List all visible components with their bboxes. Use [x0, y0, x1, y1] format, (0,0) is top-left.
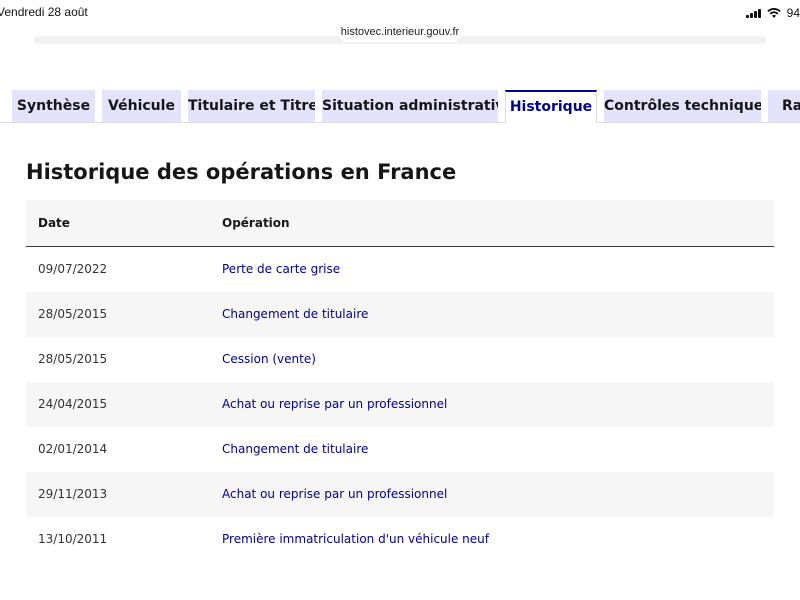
tab-bar: Synthèse Véhicule Titulaire et Titre Sit…: [0, 90, 800, 124]
row-operation: Achat ou reprise par un professionnel: [222, 487, 448, 501]
status-indicators: 94: [745, 6, 800, 20]
battery-level: 94: [786, 6, 800, 20]
cellular-signal-icon: [745, 8, 761, 18]
table-row: 29/11/2013 Achat ou reprise par un profe…: [26, 472, 774, 517]
row-date: 28/05/2015: [38, 307, 108, 321]
tab-vehicule[interactable]: Véhicule: [102, 90, 181, 122]
column-header-operation: Opération: [222, 216, 290, 230]
table-row: 28/05/2015 Cession (vente): [26, 337, 774, 382]
tab-rapport[interactable]: Rap: [768, 90, 800, 122]
column-header-date: Date: [38, 216, 70, 230]
table-header: Date Opération: [26, 200, 774, 247]
table-row: 13/10/2011 Première immatriculation d'un…: [26, 517, 774, 562]
tab-controles-techniques[interactable]: Contrôles techniques: [604, 90, 761, 122]
row-date: 28/05/2015: [38, 352, 108, 366]
row-date: 02/01/2014: [38, 442, 108, 456]
row-date: 24/04/2015: [38, 397, 108, 411]
row-date: 09/07/2022: [38, 262, 108, 276]
tab-synthese[interactable]: Synthèse: [12, 90, 95, 122]
row-operation: Première immatriculation d'un véhicule n…: [222, 532, 489, 546]
tab-situation-administrative[interactable]: Situation administrative: [322, 90, 498, 122]
address-bar[interactable]: histovec.interieur.gouv.fr: [338, 22, 462, 42]
row-date: 29/11/2013: [38, 487, 108, 501]
table-row: 09/07/2022 Perte de carte grise: [26, 247, 774, 292]
row-operation: Changement de titulaire: [222, 307, 369, 321]
tab-titulaire-et-titre[interactable]: Titulaire et Titre: [188, 90, 315, 122]
row-operation: Perte de carte grise: [222, 262, 341, 276]
operations-table: Date Opération 09/07/2022 Perte de carte…: [26, 200, 774, 562]
table-row: 28/05/2015 Changement de titulaire: [26, 292, 774, 337]
row-operation: Cession (vente): [222, 352, 316, 366]
table-row: 02/01/2014 Changement de titulaire: [26, 427, 774, 472]
tab-historique[interactable]: Historique: [505, 90, 597, 124]
row-operation: Changement de titulaire: [222, 442, 369, 456]
row-date: 13/10/2011: [38, 532, 108, 546]
row-operation: Achat ou reprise par un professionnel: [222, 397, 448, 411]
table-row: 24/04/2015 Achat ou reprise par un profe…: [26, 382, 774, 427]
page-title: Historique des opérations en France: [26, 160, 457, 184]
wifi-icon: [766, 7, 781, 18]
status-date: Vendredi 28 août: [0, 5, 88, 19]
